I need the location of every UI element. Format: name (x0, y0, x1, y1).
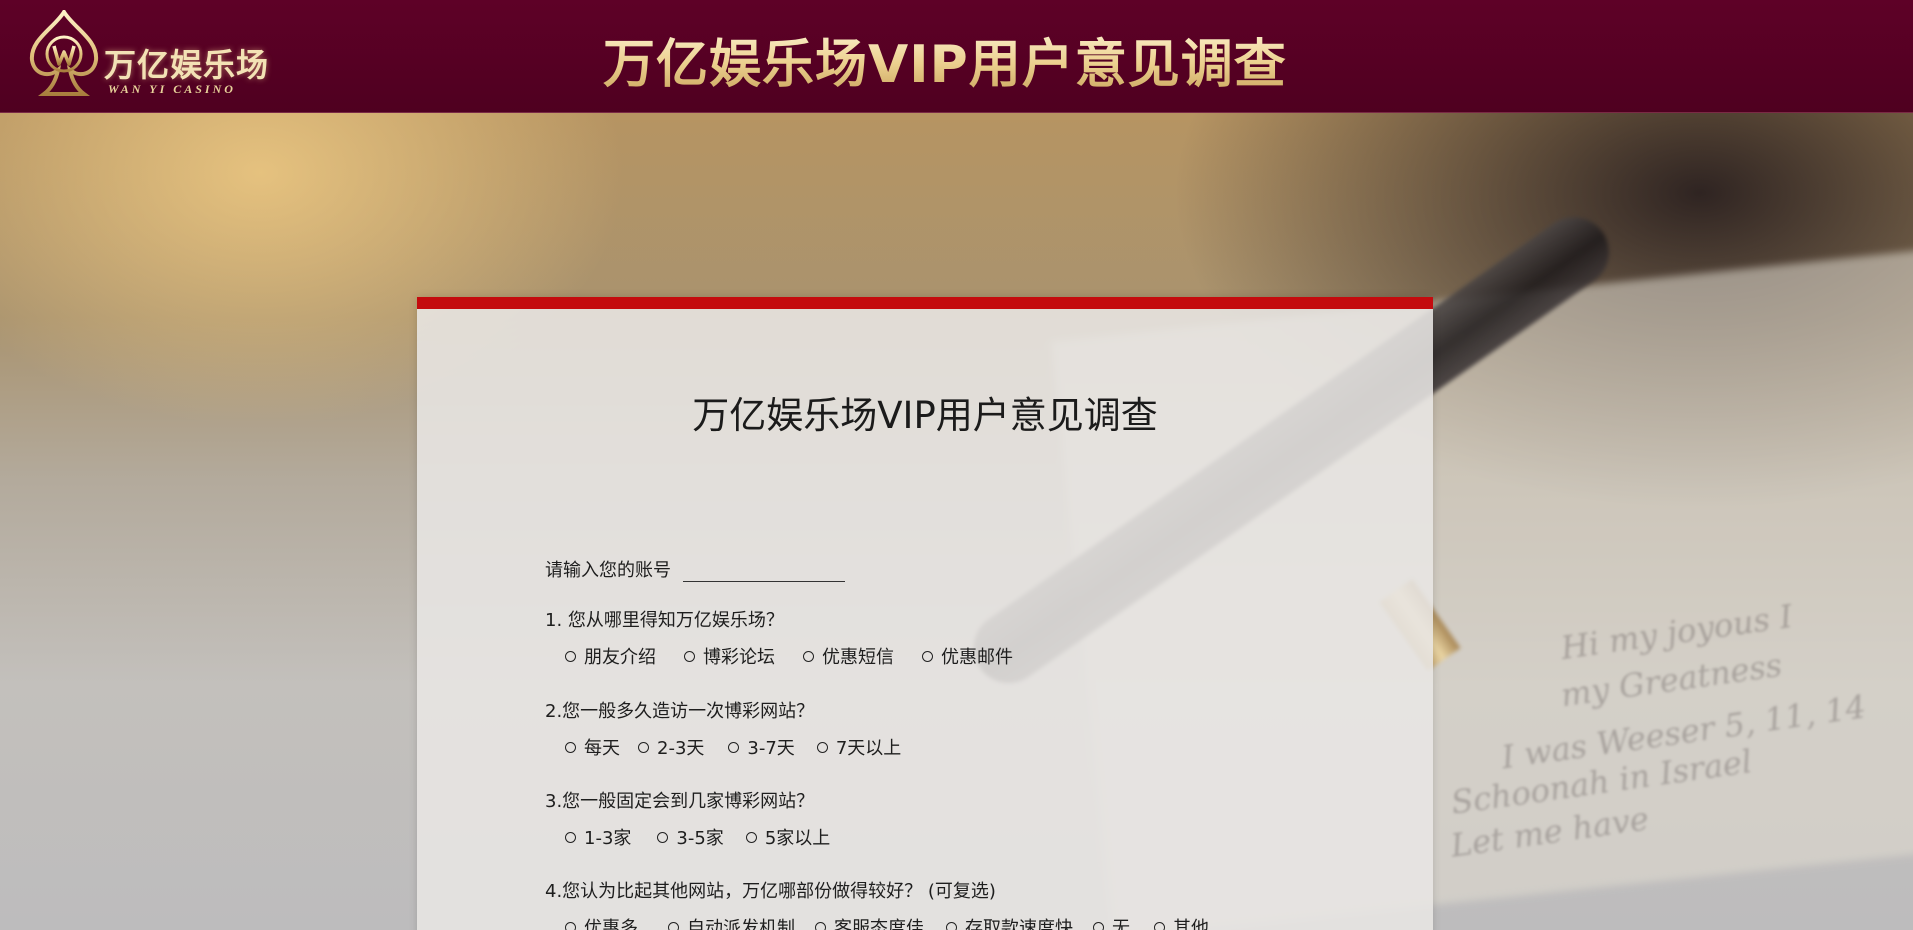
radio-option[interactable]: 朋友介绍 (565, 643, 656, 669)
radio-button[interactable] (684, 650, 695, 662)
question-1: 1. 您从哪里得知万亿娱乐场？ 朋友介绍 博彩论坛 优惠短信 优惠邮件 (545, 606, 1041, 669)
question-text: 4.您认为比起其他网站，万亿哪部份做得较好？ (可复选) (545, 881, 996, 902)
option-group: 朋友介绍 博彩论坛 优惠短信 优惠邮件 (565, 643, 1041, 669)
radio-button[interactable] (728, 741, 740, 753)
question-2: 2.您一般多久造访一次博彩网站？ 每天 2-3天 3-7天 7天以上 (545, 697, 929, 760)
option-label: 3-5家 (676, 828, 724, 849)
survey-card: 万亿娱乐场VIP用户意见调查 请输入您的账号 1. 您从哪里得知万亿娱乐场？ 朋… (417, 297, 1433, 930)
radio-button[interactable] (946, 921, 957, 930)
survey-title: 万亿娱乐场VIP用户意见调查 (692, 394, 1158, 437)
card-accent-bar (417, 297, 1433, 309)
logo-chinese-name: 万亿娱乐场 (104, 46, 270, 84)
radio-button[interactable] (657, 831, 669, 843)
radio-option[interactable]: 7天以上 (816, 734, 902, 760)
radio-option[interactable]: 3-5家 (657, 824, 724, 850)
checkbox-option[interactable]: 自动派发机制 (668, 914, 795, 930)
radio-option[interactable]: 博彩论坛 (684, 643, 775, 669)
radio-button[interactable] (803, 650, 814, 662)
option-label: 客服态度佳 (834, 918, 924, 930)
logo-english-name: WAN YI CASINO (108, 82, 236, 96)
option-label: 存取款速度快 (965, 918, 1073, 930)
account-input[interactable] (683, 561, 845, 582)
page: 万亿娱乐场 WAN YI CASINO 万亿娱乐场VIP用户意见调查 Hi my… (0, 0, 1913, 930)
radio-button[interactable] (745, 831, 757, 843)
option-label: 优惠邮件 (941, 647, 1013, 668)
option-label: 1-3家 (584, 828, 632, 849)
checkbox-option[interactable]: 优惠多 (565, 914, 638, 930)
radio-button[interactable] (565, 921, 576, 930)
question-text: 2.您一般多久造访一次博彩网站？ (545, 701, 815, 722)
radio-option[interactable]: 2-3天 (638, 734, 704, 760)
radio-option[interactable]: 每天 (565, 734, 620, 760)
radio-button[interactable] (816, 741, 828, 753)
question-text: 3.您一般固定会到几家博彩网站？ (545, 791, 815, 812)
radio-option[interactable]: 1-3家 (565, 824, 631, 850)
checkbox-option[interactable]: 存取款速度快 (946, 914, 1073, 930)
option-label: 7天以上 (835, 738, 902, 759)
radio-button[interactable] (668, 921, 679, 930)
radio-option[interactable]: 优惠邮件 (922, 643, 1013, 669)
radio-button[interactable] (638, 741, 649, 753)
checkbox-option[interactable]: 客服态度佳 (815, 914, 924, 930)
option-group: 每天 2-3天 3-7天 7天以上 (565, 734, 929, 760)
option-label: 无 (1112, 918, 1130, 930)
option-group: 优惠多 自动派发机制 客服态度佳 存取款速度快 无 其他 (565, 914, 1237, 930)
option-label: 其他 (1173, 918, 1209, 930)
account-row: 请输入您的账号 (545, 556, 845, 582)
option-label: 自动派发机制 (687, 918, 795, 930)
option-label: 3-7天 (747, 738, 795, 759)
radio-option[interactable]: 5家以上 (745, 824, 831, 850)
radio-option[interactable]: 3-7天 (728, 734, 795, 760)
option-label: 博彩论坛 (703, 647, 775, 668)
checkbox-option[interactable]: 其他 (1154, 914, 1209, 930)
logo[interactable]: 万亿娱乐场 WAN YI CASINO (28, 10, 288, 100)
option-label: 朋友介绍 (584, 647, 656, 668)
question-text: 1. 您从哪里得知万亿娱乐场？ (545, 610, 784, 631)
radio-button[interactable] (1154, 921, 1165, 930)
header-title: 万亿娱乐场VIP用户意见调查 (603, 22, 1287, 97)
header-bar: 万亿娱乐场 WAN YI CASINO 万亿娱乐场VIP用户意见调查 (0, 0, 1913, 113)
radio-option[interactable]: 优惠短信 (803, 643, 894, 669)
radio-button[interactable] (565, 741, 576, 753)
checkbox-option[interactable]: 无 (1093, 914, 1130, 930)
question-3: 3.您一般固定会到几家博彩网站？ 1-3家 3-5家 5家以上 (545, 787, 858, 850)
option-label: 优惠多 (584, 918, 638, 930)
radio-button[interactable] (1093, 921, 1104, 930)
option-label: 5家以上 (764, 828, 831, 849)
option-label: 优惠短信 (822, 647, 894, 668)
radio-button[interactable] (922, 650, 933, 662)
spade-logo-icon (29, 10, 99, 96)
option-label: 2-3天 (657, 738, 705, 759)
option-label: 每天 (584, 738, 620, 759)
account-label: 请输入您的账号 (545, 560, 671, 581)
question-4: 4.您认为比起其他网站，万亿哪部份做得较好？ (可复选) 优惠多 自动派发机制 … (545, 877, 1237, 930)
radio-button[interactable] (565, 650, 576, 662)
radio-button[interactable] (565, 831, 576, 843)
radio-button[interactable] (815, 921, 826, 930)
option-group: 1-3家 3-5家 5家以上 (565, 824, 858, 850)
